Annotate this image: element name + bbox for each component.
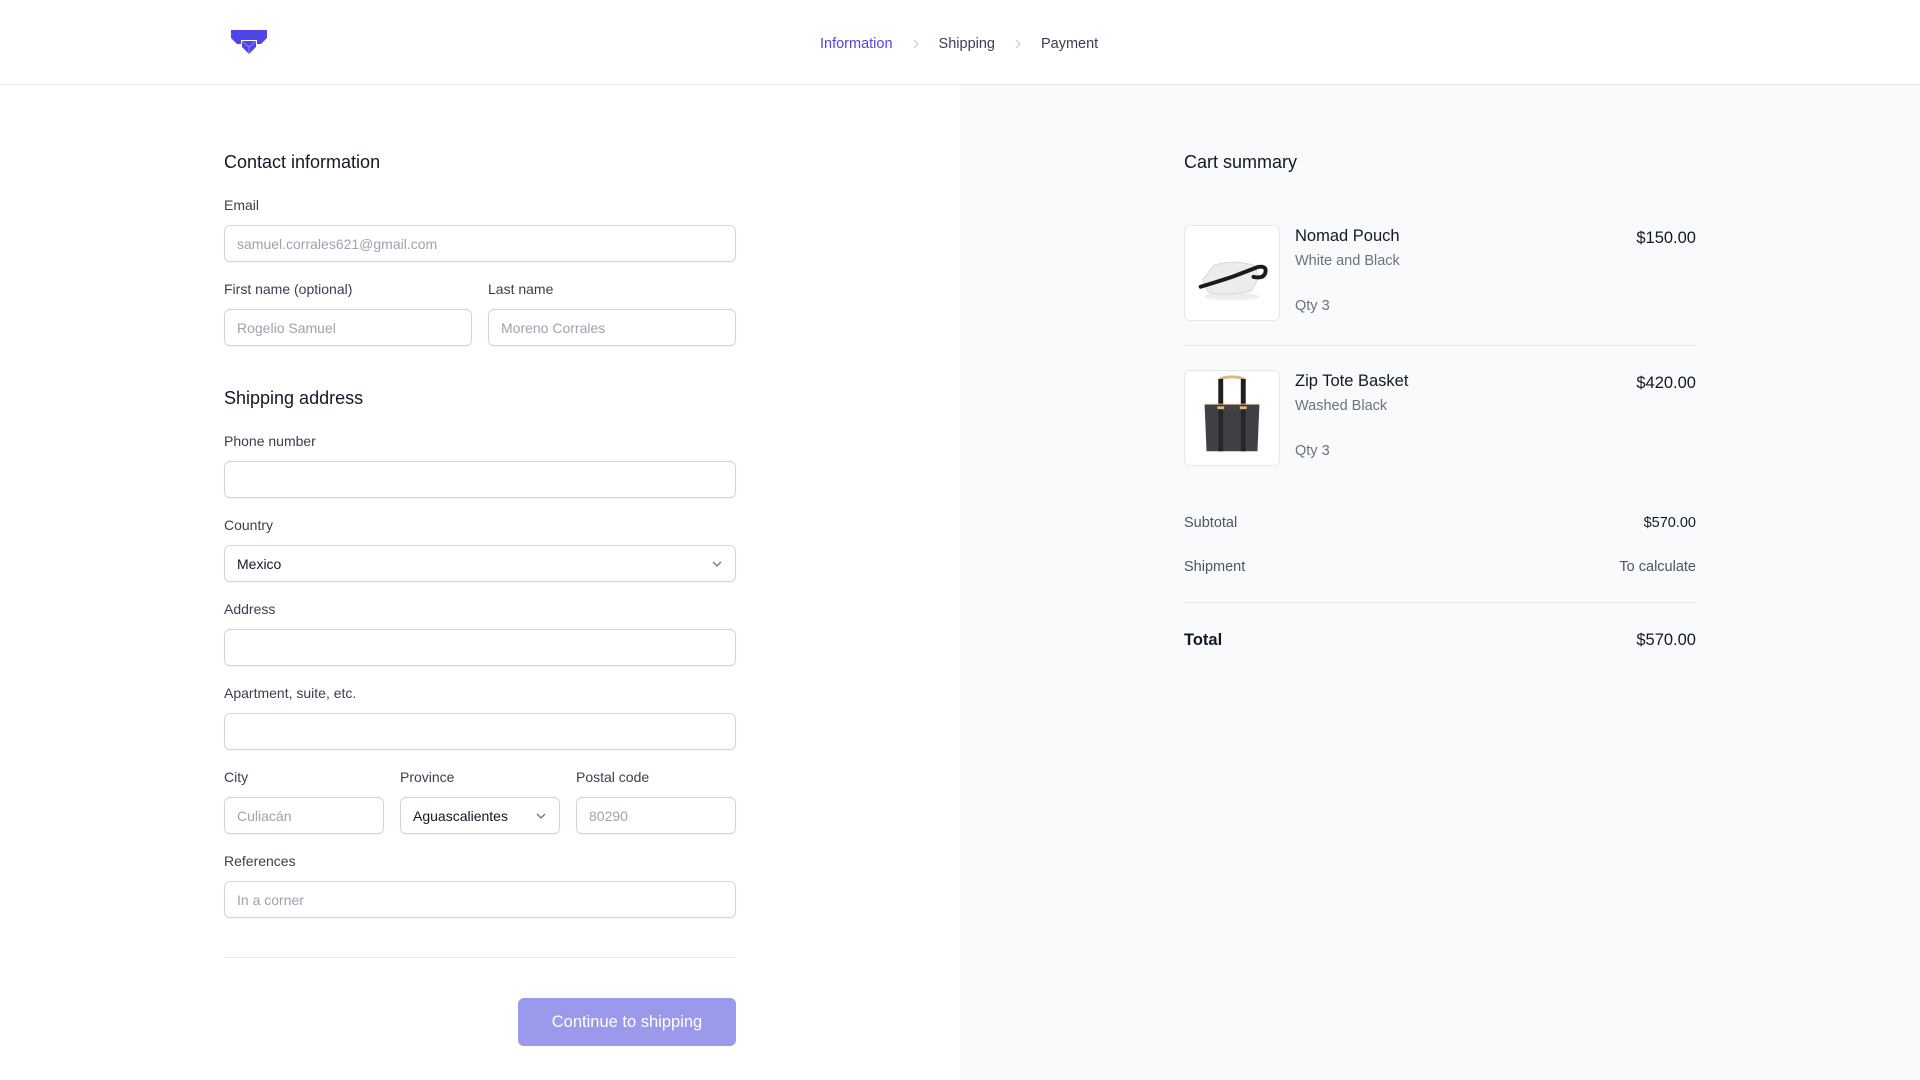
first-name-label: First name (optional) <box>224 281 353 297</box>
postal-code-label: Postal code <box>576 769 650 785</box>
phone-input[interactable] <box>237 471 723 488</box>
email-label: Email <box>224 197 260 213</box>
chevron-down-icon <box>536 813 546 819</box>
header: Information Shipping Payment <box>0 0 1920 85</box>
step-payment[interactable]: Payment <box>1041 36 1098 52</box>
province-label: Province <box>400 769 455 785</box>
first-name-field[interactable] <box>224 309 472 346</box>
last-name-field[interactable] <box>488 309 736 346</box>
postal-code-input[interactable] <box>589 807 723 824</box>
city-label: City <box>224 769 249 785</box>
references-input[interactable] <box>237 891 723 908</box>
cart-summary-title: Cart summary <box>1184 152 1298 172</box>
chevron-right-icon <box>1013 39 1023 49</box>
cart-panel-background <box>960 85 1920 1080</box>
cart-item-price: $150.00 <box>1636 229 1696 247</box>
shipment-label: Shipment <box>1184 559 1246 575</box>
last-name-label: Last name <box>488 281 554 297</box>
first-name-input[interactable] <box>237 319 459 336</box>
cart-item-name: Zip Tote Basket <box>1295 372 1409 390</box>
country-label: Country <box>224 517 274 533</box>
contact-section-title: Contact information <box>224 152 381 172</box>
total-value: $570.00 <box>1636 631 1696 649</box>
cart-item-qty: Qty 3 <box>1295 443 1330 459</box>
city-input[interactable] <box>237 807 371 824</box>
apartment-field[interactable] <box>224 713 736 750</box>
chevron-right-icon <box>911 39 921 49</box>
step-shipping[interactable]: Shipping <box>939 36 995 52</box>
cart-item-variant: White and Black <box>1295 253 1400 269</box>
apartment-input[interactable] <box>237 723 723 740</box>
references-label: References <box>224 853 296 869</box>
brand-logo-icon[interactable] <box>231 30 267 56</box>
shipment-value: To calculate <box>1619 559 1696 575</box>
address-field[interactable] <box>224 629 736 666</box>
form-divider <box>224 957 736 958</box>
subtotal-label: Subtotal <box>1184 515 1238 531</box>
checkout-steps: Information Shipping Payment <box>820 34 1098 54</box>
black-tote-image <box>1184 370 1280 466</box>
chevron-down-icon <box>712 561 722 567</box>
postal-code-field[interactable] <box>576 797 736 834</box>
cart-item-name: Nomad Pouch <box>1295 227 1400 245</box>
country-value: Mexico <box>237 555 282 572</box>
total-label: Total <box>1184 631 1223 649</box>
continue-to-shipping-button[interactable]: Continue to shipping <box>518 998 736 1046</box>
address-input[interactable] <box>237 639 723 656</box>
cart-item-price: $420.00 <box>1636 374 1696 392</box>
last-name-input[interactable] <box>501 319 723 336</box>
country-select[interactable]: Mexico <box>224 545 736 582</box>
summary-divider <box>1184 602 1696 603</box>
shipping-section-title: Shipping address <box>224 388 364 408</box>
step-information[interactable]: Information <box>820 36 893 52</box>
phone-field[interactable] <box>224 461 736 498</box>
province-value: Aguascalientes <box>413 807 508 824</box>
references-field[interactable] <box>224 881 736 918</box>
apartment-label: Apartment, suite, etc. <box>224 685 357 701</box>
subtotal-value: $570.00 <box>1643 515 1696 531</box>
white-pouch-image <box>1184 225 1280 321</box>
address-label: Address <box>224 601 276 617</box>
city-field[interactable] <box>224 797 384 834</box>
cart-item-variant: Washed Black <box>1295 398 1388 414</box>
email-field[interactable] <box>224 225 736 262</box>
phone-label: Phone number <box>224 433 316 449</box>
province-select[interactable]: Aguascalientes <box>400 797 560 834</box>
cart-item-divider <box>1184 345 1696 346</box>
email-input[interactable] <box>237 235 723 252</box>
cart-item-qty: Qty 3 <box>1295 298 1330 314</box>
